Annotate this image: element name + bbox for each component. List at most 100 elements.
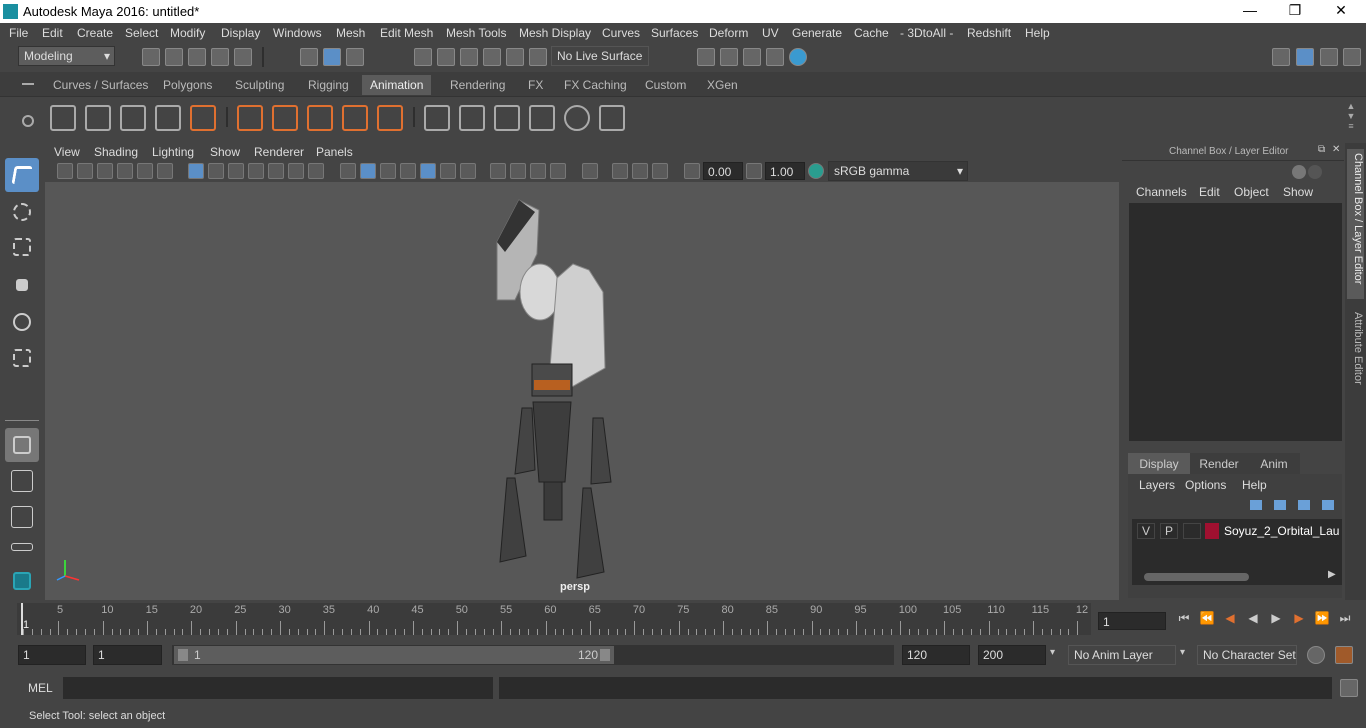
layer-tab-render[interactable]: Render	[1190, 453, 1248, 474]
tab-attribute-editor[interactable]: Attribute Editor	[1347, 308, 1364, 398]
key-translate-icon[interactable]	[342, 105, 368, 131]
scale-tool-button[interactable]	[5, 341, 39, 375]
select-hierarchy-icon[interactable]	[300, 48, 318, 66]
layer-color-swatch[interactable]	[1205, 523, 1219, 539]
tab-sculpting[interactable]: Sculpting	[227, 75, 292, 95]
ghost-icon[interactable]	[120, 105, 146, 131]
go-to-end-icon[interactable]: ⏭	[1337, 611, 1353, 627]
layer-display-type-toggle[interactable]	[1183, 523, 1201, 539]
menu-curves[interactable]: Curves	[602, 26, 640, 40]
shelf-scroll-icon[interactable]: ▲ ▼ ≡	[1345, 101, 1357, 135]
color-management-icon[interactable]	[808, 163, 824, 179]
isolate-select-icon[interactable]	[582, 163, 598, 179]
anti-aliasing-icon[interactable]	[530, 163, 546, 179]
ik-handle-icon[interactable]	[272, 105, 298, 131]
move-layer-down-icon[interactable]	[1274, 500, 1286, 510]
redo-icon[interactable]	[234, 48, 252, 66]
menu-help[interactable]: Help	[1025, 26, 1050, 40]
scroll-right-icon[interactable]: ▶	[1328, 569, 1336, 580]
tab-curves-surfaces[interactable]: Curves / Surfaces	[45, 75, 156, 95]
grid-icon[interactable]	[188, 163, 204, 179]
gamma-icon[interactable]	[746, 163, 762, 179]
field-chart-icon[interactable]	[268, 163, 284, 179]
layer-row[interactable]: V P Soyuz_2_Orbital_Laun	[1134, 523, 1340, 541]
command-input[interactable]	[63, 677, 493, 699]
scene-start-field[interactable]: 1	[18, 645, 86, 665]
playback-start-field[interactable]: 1	[93, 645, 162, 665]
motion-trail-icon[interactable]	[85, 105, 111, 131]
resolution-gate-icon[interactable]	[228, 163, 244, 179]
menu-mesh-tools[interactable]: Mesh Tools	[446, 26, 506, 40]
current-time-marker[interactable]	[21, 603, 23, 635]
maya-home-button[interactable]	[5, 564, 39, 594]
pole-vector-icon[interactable]	[599, 105, 625, 131]
render-settings-icon[interactable]	[766, 48, 784, 66]
channel-list[interactable]	[1129, 203, 1342, 441]
scene-render[interactable]	[45, 182, 1119, 600]
persp-outliner-layout-button[interactable]	[5, 502, 39, 532]
snap-point-icon[interactable]	[460, 48, 478, 66]
layer-menu-layers[interactable]: Layers	[1139, 478, 1175, 492]
menu-cache[interactable]: Cache	[854, 26, 889, 40]
menu-set-dropdown[interactable]: Modeling ▾	[18, 46, 115, 66]
snap-surface-icon[interactable]	[506, 48, 524, 66]
snap-grid-icon[interactable]	[414, 48, 432, 66]
tab-polygons[interactable]: Polygons	[155, 75, 220, 95]
layer-name[interactable]: Soyuz_2_Orbital_Laun	[1224, 524, 1340, 538]
exposure-field[interactable]: 0.00	[703, 162, 743, 180]
menu-display[interactable]: Display	[221, 26, 260, 40]
default-material-icon[interactable]	[400, 163, 416, 179]
layer-menu-options[interactable]: Options	[1185, 478, 1226, 492]
panel-menu-renderer[interactable]: Renderer	[254, 145, 304, 159]
chevron-down-icon[interactable]: ▾	[1050, 647, 1055, 658]
modeling-toolkit-icon[interactable]	[1272, 48, 1290, 66]
layer-editor-icon[interactable]	[1308, 165, 1322, 179]
tab-fx[interactable]: FX	[520, 75, 551, 95]
panel-menu-shading[interactable]: Shading	[94, 145, 138, 159]
channel-menu-object[interactable]: Object	[1234, 185, 1269, 199]
menu-mesh-display[interactable]: Mesh Display	[519, 26, 591, 40]
bookmark-icon[interactable]	[97, 163, 113, 179]
xray-icon[interactable]	[612, 163, 628, 179]
menu-deform[interactable]: Deform	[709, 26, 748, 40]
set-key-icon[interactable]	[307, 105, 333, 131]
tool-settings-toggle-icon[interactable]	[1343, 48, 1361, 66]
lasso-tool-button[interactable]	[5, 195, 39, 229]
image-plane-icon[interactable]	[117, 163, 133, 179]
single-perspective-layout-button[interactable]	[5, 428, 39, 462]
render-frame-icon[interactable]	[720, 48, 738, 66]
layer-list[interactable]: V P Soyuz_2_Orbital_Laun ▶	[1132, 519, 1342, 585]
anim-layer-dropdown[interactable]: No Anim Layer	[1068, 645, 1176, 665]
channel-menu-channels[interactable]: Channels	[1136, 185, 1187, 199]
tab-rigging[interactable]: Rigging	[300, 75, 357, 95]
gate-mask-icon[interactable]	[248, 163, 264, 179]
open-scene-icon[interactable]	[165, 48, 183, 66]
menu-create[interactable]: Create	[77, 26, 113, 40]
step-forward-key-icon[interactable]: ▶	[1291, 611, 1307, 627]
playback-end-field[interactable]: 120	[902, 645, 970, 665]
gear-icon[interactable]	[22, 115, 34, 127]
exposure-icon[interactable]	[684, 163, 700, 179]
channel-menu-edit[interactable]: Edit	[1199, 185, 1220, 199]
range-handle-start[interactable]	[178, 649, 188, 661]
four-view-layout-button[interactable]	[5, 466, 39, 496]
orient-constraint-icon[interactable]	[494, 105, 520, 131]
play-forwards-icon[interactable]: ▶	[1268, 611, 1284, 627]
layout-list-button[interactable]	[5, 540, 39, 554]
animation-preferences-icon[interactable]	[1335, 646, 1353, 664]
close-icon[interactable]: ✕	[1332, 144, 1340, 155]
range-track[interactable]: 1 120	[172, 645, 894, 665]
range-bar[interactable]: 1 120	[174, 646, 614, 664]
character-set-dropdown[interactable]: No Character Set	[1197, 645, 1297, 665]
hypershade-icon[interactable]	[789, 48, 807, 66]
menu-file[interactable]: File	[9, 26, 28, 40]
menu-redshift[interactable]: Redshift	[967, 26, 1011, 40]
layer-scrollbar[interactable]	[1144, 573, 1249, 581]
safe-action-icon[interactable]	[288, 163, 304, 179]
menu-select[interactable]: Select	[125, 26, 158, 40]
select-object-icon[interactable]	[323, 48, 341, 66]
play-backwards-icon[interactable]: ◀	[1245, 611, 1261, 627]
minimize-button[interactable]: —	[1240, 2, 1260, 20]
panel-menu-lighting[interactable]: Lighting	[152, 145, 194, 159]
channel-box-icon[interactable]	[1292, 165, 1306, 179]
